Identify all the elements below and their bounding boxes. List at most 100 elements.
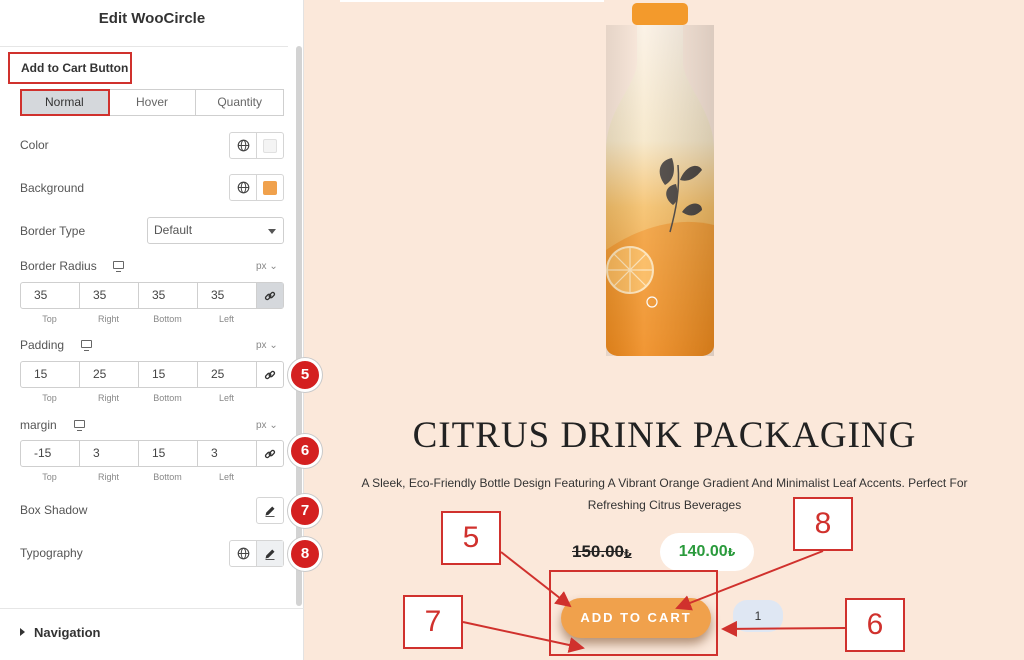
callout-5: 5 [441,511,501,565]
pencil-icon [265,506,275,517]
product-image[interactable] [590,0,730,360]
add-to-cart-button[interactable]: ADD TO CART [561,598,711,638]
top-strip [340,0,604,2]
link-values-button[interactable] [257,283,283,308]
link-values-button[interactable] [257,362,283,387]
desktop-icon[interactable] [74,420,85,431]
desktop-icon[interactable] [81,340,92,351]
dim-label-left: Left [218,472,234,482]
dim-label-left: Left [218,393,234,403]
margin-inputs: -15 3 15 3 [20,440,284,467]
background-label: Background [20,181,85,195]
box-shadow-edit-button[interactable] [256,497,284,524]
dim-label-right: Right [97,314,119,324]
border-radius-label: Border Radius [20,259,97,273]
margin-label: margin [20,418,57,432]
editor-panel: Edit WooCircle Add to Cart Button Normal… [0,0,322,660]
dim-label-bottom: Bottom [153,314,182,324]
unit-label: px [256,261,267,272]
border-type-value: Default [154,223,193,237]
callout-6: 6 [845,598,905,652]
section-heading-add-to-cart[interactable]: Add to Cart Button [8,52,132,84]
typography-control [229,540,284,567]
margin-left-input[interactable]: 3 [198,441,257,466]
product-description: A Sleek, Eco-Friendly Bottle Design Feat… [361,476,968,512]
unit-label: px [256,420,267,431]
new-price: 140.00₺ [660,543,754,561]
margin-bottom-input[interactable]: 15 [139,441,198,466]
global-fonts-button[interactable] [230,541,256,566]
caret-right-icon [20,628,25,636]
desktop-icon[interactable] [113,261,124,272]
padding-right-input[interactable]: 25 [80,362,139,387]
border-type-select[interactable]: Default [147,217,284,244]
unit-select[interactable]: px ⌄ [256,261,278,272]
color-control [229,132,284,159]
link-icon [264,370,276,379]
callout-8: 8 [793,497,853,551]
background-color-picker-button[interactable] [256,175,283,200]
padding-top-input[interactable]: 15 [21,362,80,387]
unit-select[interactable]: px ⌄ [256,340,278,351]
padding-label: Padding [20,338,65,352]
margin-right-input[interactable]: 3 [80,441,139,466]
currency-symbol: ₺ [727,547,736,559]
state-tabs: Normal Hover Quantity [20,89,284,116]
dimension-labels: Top Right Bottom Left [20,314,256,324]
pencil-icon [265,549,275,560]
tab-quantity[interactable]: Quantity [196,90,283,115]
global-colors-button[interactable] [230,175,256,200]
border-type-label: Border Type [20,224,86,238]
globe-icon [237,181,249,194]
color-swatch [263,138,277,153]
box-shadow-label: Box Shadow [20,503,88,517]
quantity-input[interactable]: 1 [733,600,783,632]
link-icon [264,449,276,458]
background-control [229,174,284,201]
dim-label-top: Top [42,472,57,482]
unit-label: px [256,340,267,351]
old-price-value: 150.00 [572,542,624,561]
callout-7: 7 [403,595,463,649]
padding-bottom-input[interactable]: 15 [139,362,198,387]
border-radius-bottom-input[interactable]: 35 [139,283,198,308]
unit-select[interactable]: px ⌄ [256,420,278,431]
dim-label-bottom: Bottom [153,472,182,482]
border-radius-inputs: 35 35 35 35 [20,282,284,309]
color-picker-button[interactable] [256,133,283,158]
old-price: 150.00₺ [572,542,632,562]
dimension-labels: Top Right Bottom Left [20,472,256,482]
tab-normal[interactable]: Normal [20,89,110,116]
padding-inputs: 15 25 15 25 [20,361,284,388]
link-icon [264,291,276,300]
margin-top-input[interactable]: -15 [21,441,80,466]
dim-label-left: Left [218,314,234,324]
border-radius-top-input[interactable]: 35 [21,283,80,308]
tab-hover[interactable]: Hover [109,90,197,115]
global-colors-button[interactable] [230,133,256,158]
globe-icon [237,139,249,152]
dimension-labels: Top Right Bottom Left [20,393,256,403]
border-radius-left-input[interactable]: 35 [198,283,257,308]
dim-label-right: Right [97,472,119,482]
caret-down-icon [268,229,276,234]
navigation-label: Navigation [34,625,101,640]
dim-label-top: Top [42,393,57,403]
dim-label-top: Top [42,314,57,324]
section-navigation[interactable]: Navigation [20,625,100,640]
background-swatch [263,180,277,195]
panel-title: Edit WooCircle [98,10,206,27]
dim-label-bottom: Bottom [153,393,182,403]
padding-left-input[interactable]: 25 [198,362,257,387]
link-values-button[interactable] [257,441,283,466]
typography-label: Typography [20,546,83,560]
product-title: CITRUS DRINK PACKAGING [412,415,917,456]
color-label: Color [20,138,49,152]
border-radius-right-input[interactable]: 35 [80,283,139,308]
globe-icon [237,547,249,560]
new-price-pill: 140.00₺ [660,533,754,571]
new-price-value: 140.00 [678,543,728,560]
page-preview: CITRUS DRINK PACKAGING A Sleek, Eco-Frie… [305,0,1024,660]
currency-symbol: ₺ [624,548,632,560]
typography-edit-button[interactable] [256,541,283,566]
